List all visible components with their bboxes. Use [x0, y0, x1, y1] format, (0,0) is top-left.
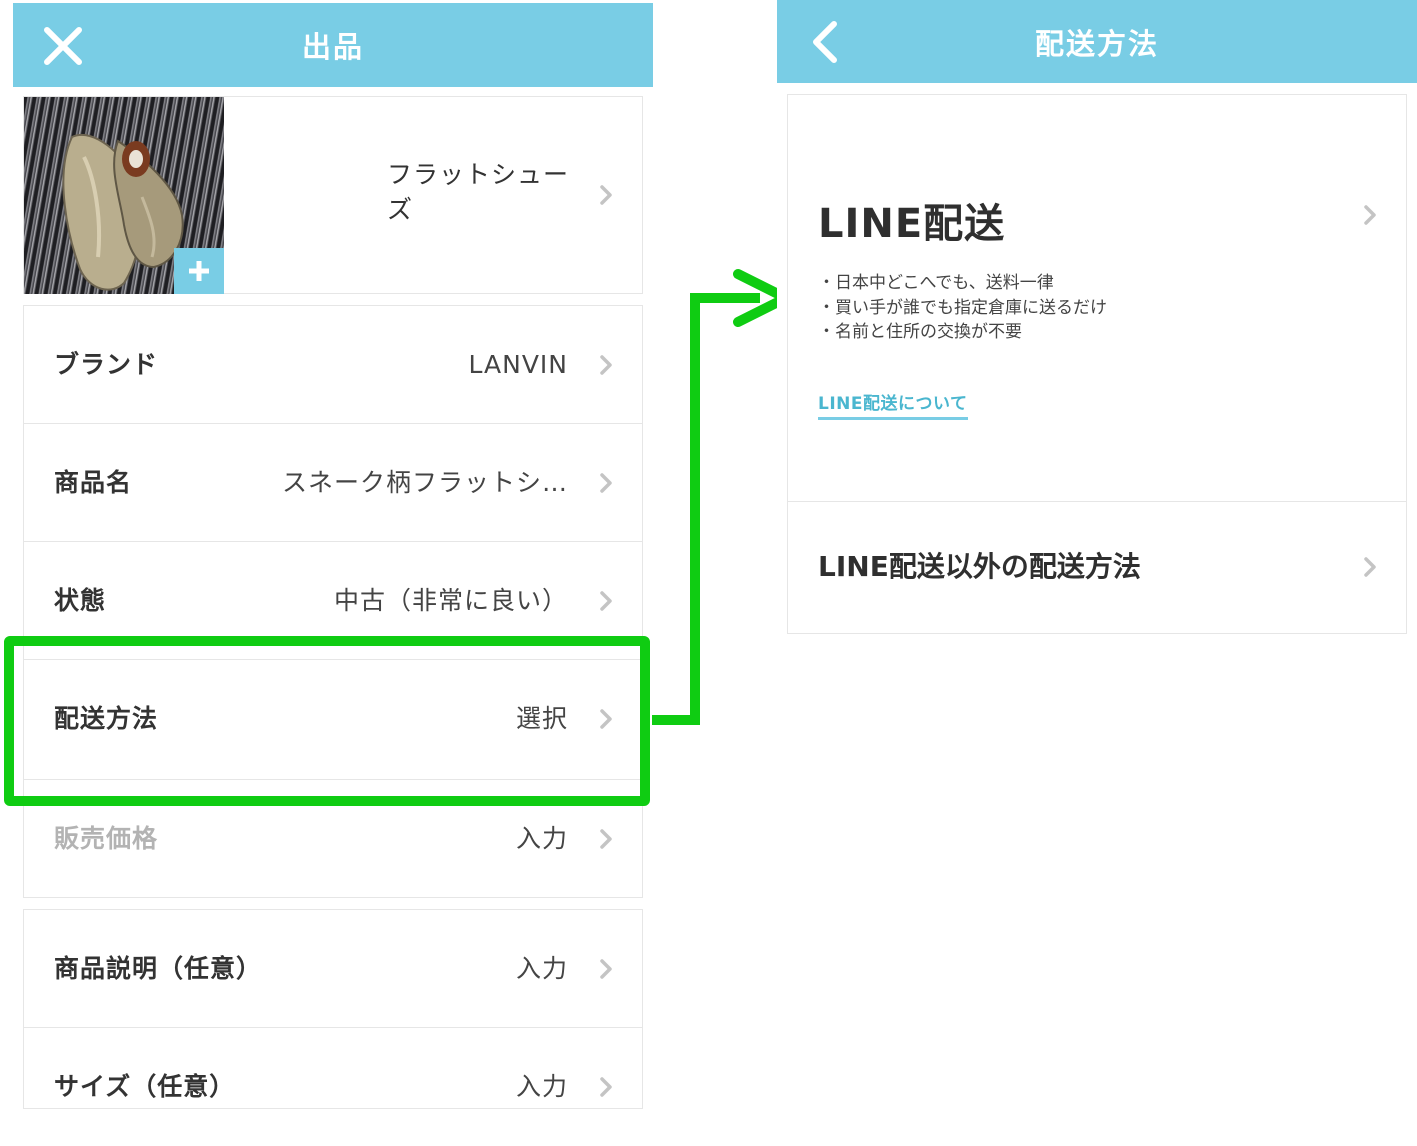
close-button[interactable]: [39, 22, 87, 70]
other-shipping-option[interactable]: LINE配送以外の配送方法: [788, 501, 1406, 633]
plus-icon: [189, 261, 209, 281]
close-icon: [44, 27, 82, 65]
chevron-right-icon: [600, 591, 612, 611]
line-delivery-title: LINE配送: [818, 201, 1006, 247]
condition-row[interactable]: 状態 中古（非常に良い）: [24, 542, 642, 660]
row-value: 入力: [515, 824, 568, 853]
chevron-right-icon: [600, 709, 612, 729]
size-row[interactable]: サイズ（任意） 入力: [24, 1028, 642, 1146]
row-label: 配送方法: [54, 704, 159, 733]
row-value: LANVIN: [468, 350, 568, 379]
row-value: スネーク柄フラットシ…: [281, 468, 568, 497]
row-label: 商品名: [54, 468, 133, 497]
category-value[interactable]: フラットシューズ: [387, 157, 587, 227]
product-photo[interactable]: [24, 97, 224, 294]
brand-row[interactable]: ブランド LANVIN: [24, 306, 642, 424]
row-value: 中古（非常に良い）: [333, 586, 568, 615]
benefit-item: ・買い手が誰でも指定倉庫に送るだけ: [818, 297, 1107, 318]
line-delivery-benefits: ・日本中どこへでも、送料一律 ・買い手が誰でも指定倉庫に送るだけ ・名前と住所の…: [818, 271, 1107, 345]
row-label: 販売価格: [54, 824, 159, 853]
shipping-method-screen: 配送方法 LINE配送 ・日本中どこへでも、送料一律 ・買い手が誰でも指定倉庫に…: [777, 0, 1417, 1095]
benefit-item: ・日本中どこへでも、送料一律: [818, 273, 1054, 293]
other-shipping-label: LINE配送以外の配送方法: [818, 550, 1141, 583]
row-value: 入力: [515, 1072, 568, 1101]
listing-app-bar: 出品: [13, 3, 653, 87]
page-title: 出品: [301, 30, 364, 64]
optional-fields-card: 商品説明（任意） 入力 サイズ（任意） 入力: [23, 909, 643, 1109]
shipping-options-card: LINE配送 ・日本中どこへでも、送料一律 ・買い手が誰でも指定倉庫に送るだけ …: [787, 94, 1407, 634]
chevron-right-icon: [600, 185, 612, 205]
chevron-right-icon: [600, 1077, 612, 1097]
chevron-right-icon: [1364, 205, 1376, 225]
chevron-right-icon: [600, 355, 612, 375]
description-row[interactable]: 商品説明（任意） 入力: [24, 910, 642, 1028]
benefit-item: ・名前と住所の交換が不要: [818, 322, 1022, 342]
product-name-row[interactable]: 商品名 スネーク柄フラットシ…: [24, 424, 642, 542]
listing-screen: 出品 フラットシューズ ブランド LANVIN 商品名 スネーク柄フラットシ… …: [13, 3, 653, 1109]
connector-arrow-icon: [652, 269, 791, 725]
shipping-method-row[interactable]: 配送方法 選択: [24, 660, 642, 778]
price-row[interactable]: 販売価格 入力: [24, 780, 642, 898]
shipping-app-bar: 配送方法: [777, 0, 1417, 83]
about-line-delivery-link[interactable]: LINE配送について: [818, 389, 968, 420]
chevron-left-icon: [813, 21, 837, 63]
row-label: 商品説明（任意）: [54, 954, 263, 983]
page-title: 配送方法: [1034, 26, 1159, 61]
row-label: サイズ（任意）: [54, 1072, 236, 1101]
price-card: 販売価格 入力: [23, 780, 643, 898]
row-value: 選択: [515, 704, 568, 733]
chevron-right-icon: [600, 473, 612, 493]
listing-fields-card: ブランド LANVIN 商品名 スネーク柄フラットシ… 状態 中古（非常に良い）…: [23, 305, 643, 780]
chevron-right-icon: [600, 829, 612, 849]
add-photo-button[interactable]: [174, 248, 224, 294]
back-button[interactable]: [801, 18, 849, 66]
chevron-right-icon: [1364, 557, 1376, 577]
photo-category-card: フラットシューズ: [23, 96, 643, 294]
row-value: 入力: [515, 954, 568, 983]
row-label: 状態: [54, 586, 107, 615]
line-delivery-option[interactable]: LINE配送 ・日本中どこへでも、送料一律 ・買い手が誰でも指定倉庫に送るだけ …: [788, 95, 1406, 502]
chevron-right-icon: [600, 959, 612, 979]
row-label: ブランド: [54, 350, 159, 379]
